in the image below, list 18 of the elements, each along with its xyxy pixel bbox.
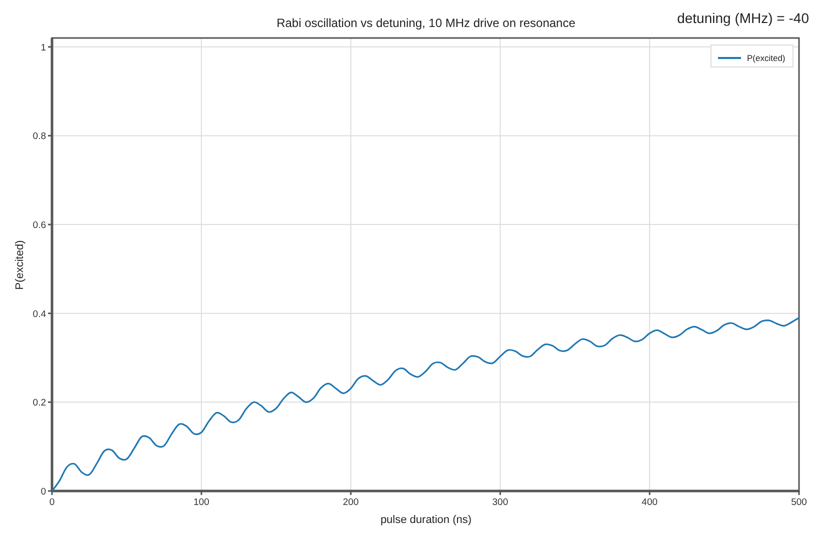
x-tick-label: 300 xyxy=(492,497,508,508)
legend-line-icon xyxy=(718,57,741,59)
x-tick-label: 400 xyxy=(642,497,658,508)
x-axis-label: pulse duration (ns) xyxy=(380,514,472,526)
y-tick-label: 0.4 xyxy=(32,308,46,320)
chart-title: Rabi oscillation vs detuning, 10 MHz drive on resonance xyxy=(276,16,576,30)
y-tick-label: 1 xyxy=(40,42,46,54)
x-tick-label: 0 xyxy=(49,497,55,508)
y-tick-label: 0.6 xyxy=(32,220,46,232)
y-tick-label: 0 xyxy=(40,486,46,498)
x-tick-label: 100 xyxy=(193,497,210,508)
x-tick-label: 200 xyxy=(342,497,359,508)
y-axis-label: P(excited) xyxy=(14,240,26,290)
legend-label: P(excited) xyxy=(747,53,786,63)
y-tick-label: 0.2 xyxy=(32,398,46,409)
y-tick-label: 0.8 xyxy=(32,131,46,142)
annotation: detuning (MHz) = -40 xyxy=(677,9,809,28)
x-tick-label: 500 xyxy=(791,497,807,508)
